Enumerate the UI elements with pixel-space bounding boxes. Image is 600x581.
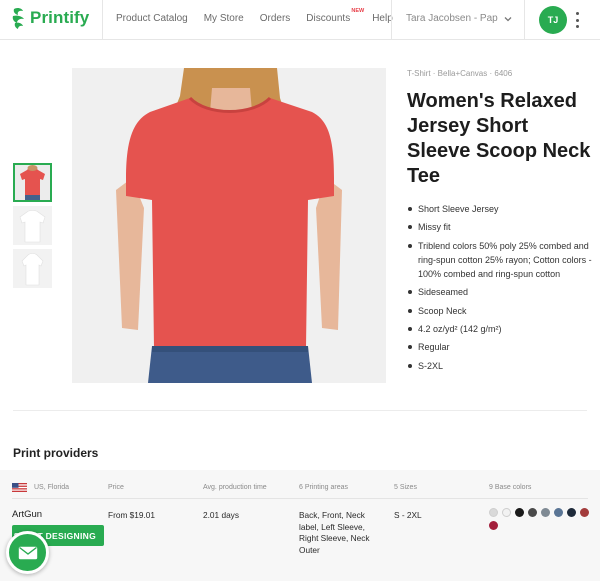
- nav-my-store[interactable]: My Store: [204, 13, 244, 24]
- color-swatch[interactable]: [502, 508, 511, 517]
- section-divider: [13, 410, 587, 411]
- nav-product-catalog[interactable]: Product Catalog: [116, 13, 188, 24]
- printify-logo-icon: [12, 7, 24, 29]
- production-time-header: Avg. production time: [203, 484, 267, 491]
- color-swatch[interactable]: [580, 508, 589, 517]
- location-header: US, Florida: [34, 484, 70, 491]
- user-avatar[interactable]: TJ: [539, 6, 567, 34]
- nav-discounts-label: Discounts: [306, 13, 351, 24]
- feature-item: Missy fit: [407, 220, 592, 234]
- shirt-thumbnail-image: [13, 249, 52, 288]
- nav-divider: [524, 0, 525, 40]
- new-badge: NEW: [351, 8, 365, 14]
- base-color-swatches: [489, 508, 589, 530]
- sizes-header: 5 Sizes: [394, 484, 417, 491]
- main-nav: Product Catalog My Store Orders Discount…: [116, 8, 409, 24]
- feature-item: Regular: [407, 340, 592, 354]
- mail-chat-button[interactable]: [6, 531, 49, 574]
- provider-sizes: S - 2XL: [394, 510, 422, 520]
- printify-logo[interactable]: Printify: [11, 7, 89, 29]
- price-header: Price: [108, 484, 124, 491]
- more-options-icon[interactable]: [574, 12, 580, 28]
- product-main-image: [72, 68, 386, 383]
- provider-printing-areas: Back, Front, Neck label, Left Sleeve, Ri…: [299, 510, 370, 555]
- product-breadcrumb: T-Shirt · Bella+Canvas · 6406: [407, 69, 513, 78]
- feature-item: Sideseamed: [407, 285, 592, 299]
- us-flag-icon: [12, 483, 27, 492]
- model-wearing-shirt-image: [72, 68, 386, 383]
- nav-discounts[interactable]: Discounts NEW: [306, 8, 364, 24]
- feature-item: Triblend colors 50% poly 25% combed and …: [407, 239, 592, 282]
- nav-help[interactable]: Help: [372, 13, 393, 24]
- color-swatch[interactable]: [528, 508, 537, 517]
- printing-areas-header: 6 Printing areas: [299, 484, 349, 491]
- feature-item: Short Sleeve Jersey: [407, 202, 592, 216]
- shirt-thumbnail-image: [15, 165, 50, 200]
- base-colors-header: 9 Base colors: [489, 484, 532, 491]
- provider-name: ArtGun: [12, 509, 43, 520]
- product-thumbnail-front[interactable]: [13, 163, 52, 202]
- account-switcher[interactable]: Tara Jacobsen - Pap...: [406, 13, 498, 24]
- mail-icon: [18, 546, 37, 559]
- feature-item: Scoop Neck: [407, 304, 592, 318]
- feature-item: 4.2 oz/yd² (142 g/m²): [407, 322, 592, 336]
- chevron-down-icon[interactable]: [503, 14, 513, 24]
- brand-name: Printify: [30, 8, 90, 27]
- provider-production-time: 2.01 days: [203, 510, 239, 520]
- top-navigation-bar: Printify Product Catalog My Store Orders…: [0, 0, 600, 40]
- nav-divider: [391, 0, 392, 40]
- shirt-thumbnail-image: [13, 206, 52, 245]
- color-swatch[interactable]: [541, 508, 550, 517]
- feature-item: S-2XL: [407, 359, 592, 373]
- product-thumbnail-side[interactable]: [13, 249, 52, 288]
- product-title: Women's Relaxed Jersey Short Sleeve Scoo…: [407, 90, 591, 187]
- nav-divider: [102, 0, 103, 40]
- table-divider: [12, 498, 588, 499]
- color-swatch[interactable]: [489, 521, 498, 530]
- color-swatch[interactable]: [515, 508, 524, 517]
- nav-orders[interactable]: Orders: [260, 13, 291, 24]
- color-swatch[interactable]: [554, 508, 563, 517]
- color-swatch[interactable]: [567, 508, 576, 517]
- provider-price: From $19.01: [108, 510, 156, 520]
- product-features-list: Short Sleeve Jersey Missy fit Triblend c…: [407, 202, 592, 377]
- color-swatch[interactable]: [489, 508, 498, 517]
- product-thumbnail-back[interactable]: [13, 206, 52, 245]
- print-providers-heading: Print providers: [13, 446, 99, 460]
